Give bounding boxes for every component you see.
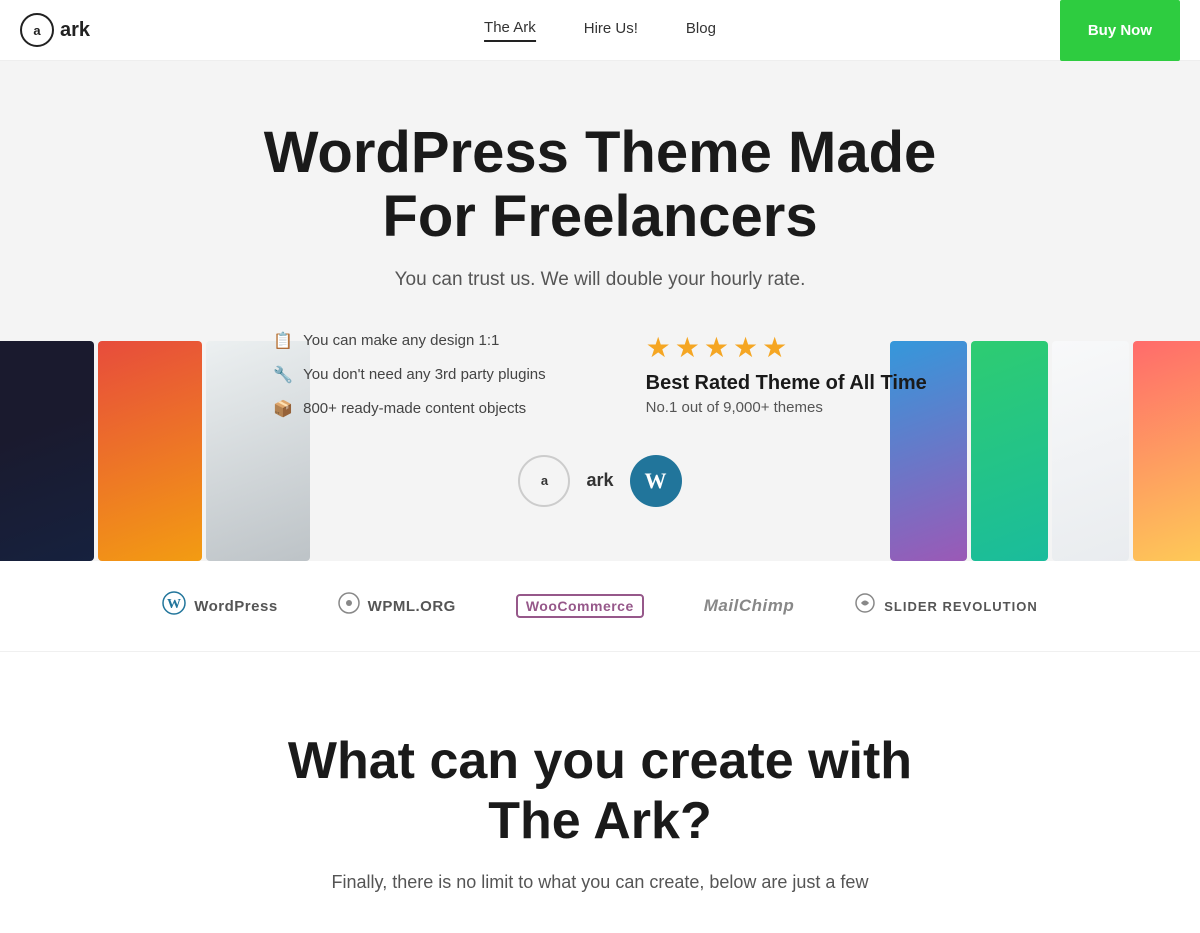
- star-3: ★: [704, 331, 729, 364]
- stars-row: ★ ★ ★ ★ ★: [646, 331, 927, 364]
- hero-title: WordPress Theme Made For Freelancers: [20, 121, 1180, 249]
- feature-text-2: You don't need any 3rd party plugins: [303, 366, 546, 383]
- partner-wordpress: W WordPress: [162, 591, 277, 621]
- feature-icon-2: 🔧: [273, 365, 293, 385]
- logo-text: ark: [60, 19, 90, 42]
- feature-item-1: 📋 You can make any design 1:1: [273, 331, 545, 351]
- hero-brand-logos: a ark W: [20, 455, 1180, 507]
- nav-link-blog[interactable]: Blog: [686, 20, 716, 41]
- feature-icon-1: 📋: [273, 331, 293, 351]
- star-5: ★: [762, 331, 787, 364]
- mailchimp-label: MailChimp: [704, 596, 794, 616]
- nav-link-hire-us[interactable]: Hire Us!: [584, 20, 638, 41]
- partner-slider-revolution: SLIDER REVOLUTION: [854, 592, 1038, 620]
- hero-features-list: 📋 You can make any design 1:1 🔧 You don'…: [273, 331, 545, 419]
- feature-text-3: 800+ ready-made content objects: [303, 400, 526, 417]
- slider-revolution-label: SLIDER REVOLUTION: [884, 599, 1038, 614]
- feature-item-2: 🔧 You don't need any 3rd party plugins: [273, 365, 545, 385]
- hero-features-row: 📋 You can make any design 1:1 🔧 You don'…: [20, 331, 1180, 419]
- logo[interactable]: a ark: [20, 13, 90, 47]
- rating-subtitle: No.1 out of 9,000+ themes: [646, 399, 927, 416]
- partners-bar: W WordPress WPML.ORG WooCommerce MailChi…: [0, 561, 1200, 652]
- nav-link-the-ark[interactable]: The Ark: [484, 19, 536, 42]
- wpml-icon: [338, 592, 360, 620]
- bottom-title: What can you create with The Ark?: [20, 732, 1180, 852]
- buy-now-button[interactable]: Buy Now: [1060, 0, 1180, 61]
- ark-brand-name: ark: [586, 470, 613, 491]
- hero-rating: ★ ★ ★ ★ ★ Best Rated Theme of All Time N…: [646, 331, 927, 419]
- star-2: ★: [675, 331, 700, 364]
- partner-mailchimp: MailChimp: [704, 596, 794, 616]
- slider-revolution-icon: [854, 592, 876, 620]
- hero-section: WordPress Theme Made For Freelancers You…: [0, 61, 1200, 561]
- ark-brand-logo: a: [518, 455, 570, 507]
- bottom-subtitle: Finally, there is no limit to what you c…: [20, 872, 1180, 893]
- nav-links: The Ark Hire Us! Blog: [484, 19, 716, 42]
- star-4: ★: [733, 331, 758, 364]
- partner-wpml: WPML.ORG: [338, 592, 456, 620]
- svg-text:W: W: [167, 597, 182, 612]
- navbar: a ark The Ark Hire Us! Blog Buy Now: [0, 0, 1200, 61]
- wordpress-brand-logo: W: [630, 455, 682, 507]
- feature-icon-3: 📦: [273, 399, 293, 419]
- wpml-label: WPML.ORG: [368, 598, 456, 615]
- logo-circle: a: [20, 13, 54, 47]
- logo-letter: a: [33, 23, 40, 38]
- wordpress-label: WordPress: [194, 598, 277, 615]
- woocommerce-label: WooCommerce: [516, 594, 644, 618]
- bottom-section: What can you create with The Ark? Finall…: [0, 652, 1200, 933]
- partner-woocommerce: WooCommerce: [516, 594, 644, 618]
- feature-text-1: You can make any design 1:1: [303, 332, 499, 349]
- feature-item-3: 📦 800+ ready-made content objects: [273, 399, 545, 419]
- star-1: ★: [646, 331, 671, 364]
- rating-title: Best Rated Theme of All Time: [646, 372, 927, 395]
- hero-subtitle: You can trust us. We will double your ho…: [20, 269, 1180, 291]
- wordpress-icon: W: [162, 591, 186, 621]
